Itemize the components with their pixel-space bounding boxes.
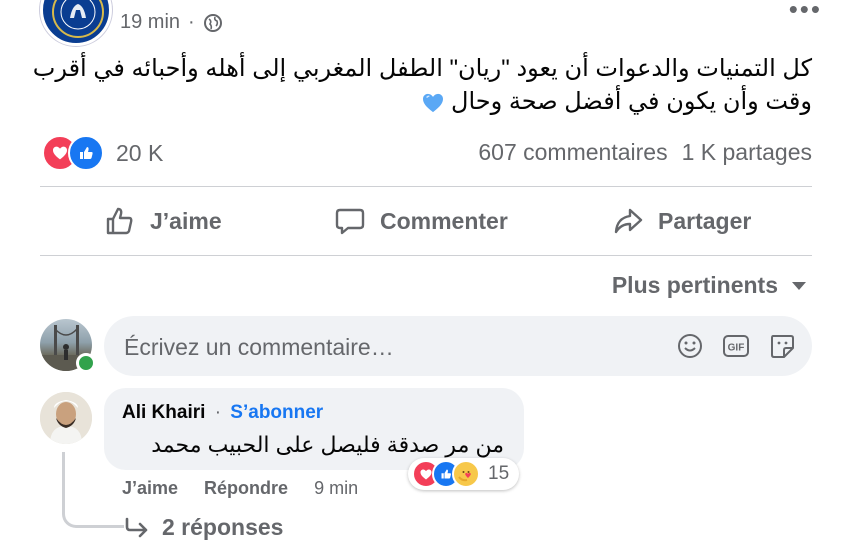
comment-reaction-count: 15 [488,463,510,484]
share-arrow-icon [614,208,643,234]
post-text-line1: كل التمنيات والدعوات أن يعود "ريان" الطف… [32,55,812,82]
emoji-icon[interactable] [676,332,704,360]
share-button[interactable]: Partager [612,205,751,237]
comment-text: من مر صدقة فليصل على الحبيب محمد [151,432,504,457]
comment-actions: J’aime Répondre 9 min [122,478,358,499]
comment-input[interactable] [122,316,646,378]
care-reaction-icon [452,460,480,488]
svg-text:GIF: GIF [728,343,745,354]
more-options-icon[interactable]: ••• [789,0,822,25]
post-text-line2: وقت وأن يكون في أفضل صحة وحال [451,88,812,115]
reaction-count: 20 K [116,139,164,166]
comment-header: Ali Khairi · S’abonner [122,402,323,424]
caret-down-icon [792,281,806,290]
post-stats: 607 commentaires 1 K partages [478,139,812,166]
reply-arrow-icon [125,517,148,537]
follow-button[interactable]: S’abonner [230,402,323,423]
divider [40,255,812,256]
post-timestamp[interactable]: 19 min [120,11,180,34]
comment-bubble-icon [335,208,365,235]
sticker-icon[interactable] [768,332,796,360]
comment-reply-button[interactable]: Répondre [204,478,288,499]
shares-count-link[interactable]: 1 K partages [682,139,812,166]
comment-composer[interactable]: GIF [104,316,812,378]
chelsea-fc-logo [52,0,104,38]
blue-heart-icon [423,93,444,112]
comment-button[interactable]: Commenter [334,205,508,237]
dot-separator: · [214,402,222,423]
sort-label: Plus pertinents [611,272,778,298]
comment-like-button[interactable]: J’aime [122,478,178,499]
post-text-line2-wrap: وقت وأن يكون في أفضل صحة وحال [32,85,812,118]
dot-separator: · [188,11,195,33]
comment-sort-dropdown[interactable]: Plus pertinents [612,272,806,299]
globe-icon [203,13,222,32]
post-meta: 19 min · [120,11,223,34]
comment-label: Commenter [380,207,508,234]
comment-author[interactable]: Ali Khairi [122,402,205,423]
gif-icon[interactable]: GIF [722,332,750,360]
replies-label: 2 réponses [162,514,284,540]
reaction-summary[interactable]: 20 K [42,135,163,171]
view-replies-button[interactable]: 2 réponses [124,514,283,541]
like-label: J’aime [150,207,222,234]
like-button[interactable]: J’aime [104,205,222,237]
thumbs-up-icon [106,207,133,235]
online-status-dot [76,353,96,373]
comment-timestamp[interactable]: 9 min [314,478,358,499]
commenter-avatar[interactable] [40,392,92,444]
share-label: Partager [658,207,752,234]
page-avatar[interactable] [40,0,112,46]
comment-reactions[interactable]: 15 [408,458,520,490]
divider [40,186,812,187]
comments-count-link[interactable]: 607 commentaires [478,139,667,166]
post-text: كل التمنيات والدعوات أن يعود "ريان" الطف… [32,52,812,118]
like-reaction-icon [68,135,104,171]
reply-thread-line [62,452,124,528]
